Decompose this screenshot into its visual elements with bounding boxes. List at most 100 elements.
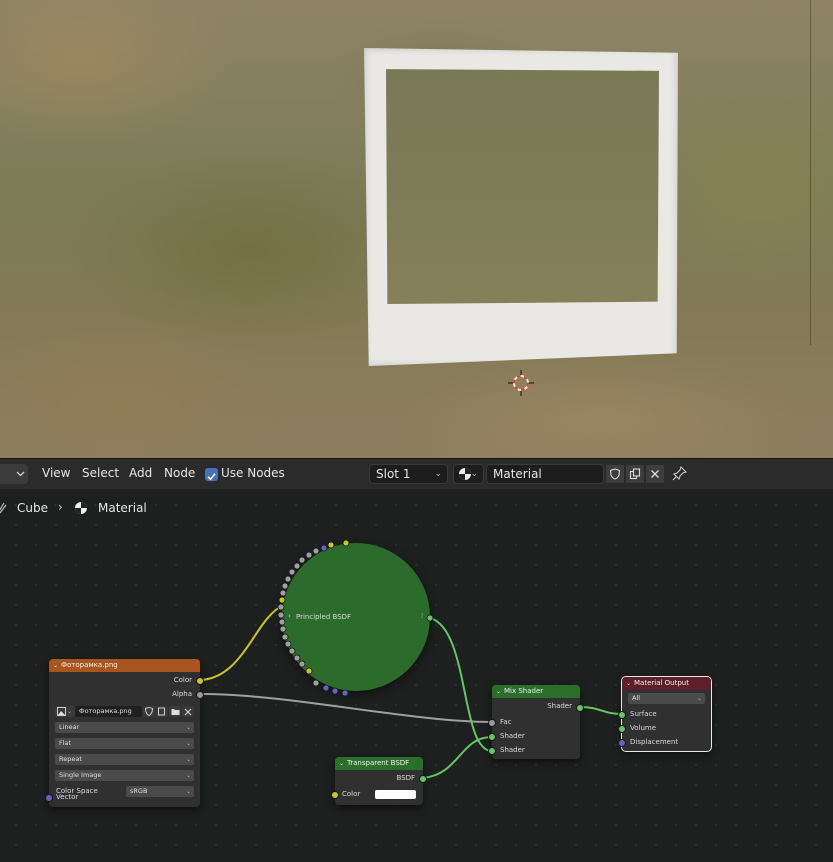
extension-value: Repeat (59, 755, 82, 763)
mix-shader-node[interactable]: ⌄ Mix Shader Shader Fac Shader Shader (488, 685, 584, 759)
image-open-button[interactable] (169, 706, 181, 717)
chevron-down-icon (16, 471, 25, 477)
image-texture-title: Фоторамка.png (61, 661, 118, 669)
image-unlink-button[interactable] (182, 706, 194, 717)
projection-value: Flat (59, 739, 72, 747)
chevron-down-icon[interactable]: ⌄ (53, 659, 58, 672)
chevron-down-icon: ⌄ (434, 469, 442, 479)
mix-shader-title: Mix Shader (504, 687, 544, 695)
chevron-down-icon: ⌄ (185, 724, 191, 731)
mix-shader-header[interactable]: ⌄ Mix Shader (492, 685, 580, 698)
socket-mix-shader-out[interactable] (576, 704, 584, 712)
projection-dropdown[interactable]: Flat ⌄ (55, 738, 194, 749)
extension-dropdown[interactable]: Repeat ⌄ (55, 754, 194, 765)
folder-icon (171, 709, 179, 715)
chevron-down-icon: ⌄ (470, 469, 478, 479)
shield-icon (144, 707, 154, 717)
transparent-color-label: Color (342, 790, 361, 798)
vector-label: Vector (56, 793, 79, 801)
principled-collapse-toggle[interactable]: › (288, 612, 291, 620)
chevron-down-icon[interactable]: ⌄ (626, 677, 631, 690)
chevron-down-icon: ⌄ (66, 708, 72, 715)
link-mix-to-surface (579, 706, 623, 715)
transparent-out-bsdf-label: BSDF (396, 774, 415, 782)
principled-grip-icon: ⁞ (421, 612, 424, 620)
chevron-down-icon: ⌄ (185, 788, 191, 795)
socket-output-volume-in[interactable] (618, 725, 626, 733)
link-color-to-basecolor (200, 604, 285, 681)
material-output-header[interactable]: ⌄ Material Output (622, 677, 711, 690)
socket-image-vector-in[interactable] (45, 794, 53, 802)
socket-mix-fac-in[interactable] (488, 719, 496, 727)
node-editor-canvas[interactable]: Cube › Material › Principled BSDF ⁞ ⌄ Фо… (0, 489, 833, 862)
chevron-down-icon: ⌄ (185, 772, 191, 779)
material-output-node[interactable]: ⌄ Material Output All ⌄ Surface Volume Di… (618, 676, 712, 752)
output-target-value: All (632, 694, 641, 702)
chevron-down-icon[interactable]: ⌄ (496, 685, 501, 698)
editor-type-dropdown[interactable] (0, 464, 28, 484)
socket-transparent-color-in[interactable] (331, 791, 339, 799)
image-icon (57, 707, 66, 716)
link-alpha-to-fac (200, 693, 493, 723)
menu-node[interactable]: Node (164, 466, 195, 480)
output-target-dropdown[interactable]: All ⌄ (628, 693, 705, 704)
pin-icon (672, 465, 688, 481)
duplicate-material-button[interactable] (625, 464, 645, 484)
image-out-alpha-label: Alpha (172, 690, 192, 698)
source-dropdown[interactable]: Single Image ⌄ (55, 770, 194, 781)
transparent-color-swatch[interactable] (375, 790, 416, 799)
principled-title: Principled BSDF (296, 613, 352, 621)
3d-cursor-icon[interactable] (508, 370, 534, 396)
menu-view[interactable]: View (42, 466, 70, 480)
checkmark-icon (207, 473, 216, 481)
3d-viewport[interactable] (0, 0, 833, 458)
image-texture-header[interactable]: ⌄ Фоторамка.png (49, 659, 200, 672)
node-editor-header: View Select Add Node Use Nodes Slot 1 ⌄ … (0, 458, 833, 489)
fake-user-button[interactable] (605, 464, 625, 484)
socket-image-alpha-out[interactable] (196, 691, 204, 699)
mix-fac-label: Fac (500, 718, 512, 726)
source-value: Single Image (59, 771, 102, 779)
link-bsdf-to-shader1 (429, 617, 493, 752)
socket-transparent-bsdf-out[interactable] (419, 775, 427, 783)
unlink-material-button[interactable] (645, 464, 665, 484)
use-nodes-label[interactable]: Use Nodes (221, 466, 285, 480)
socket-image-color-out[interactable] (196, 677, 204, 685)
transparent-bsdf-header[interactable]: ⌄ Transparent BSDF (335, 757, 423, 770)
chevron-down-icon: ⌄ (185, 756, 191, 763)
new-image-icon (158, 707, 165, 716)
slot-value: Slot 1 (376, 467, 411, 481)
shield-icon (609, 468, 621, 480)
material-name-field[interactable]: Material (486, 464, 604, 484)
color-space-dropdown[interactable]: sRGB ⌄ (126, 786, 194, 797)
image-name-value: Фоторамка.png (79, 707, 132, 715)
socket-output-displacement-in[interactable] (618, 739, 626, 747)
socket-mix-shader2-in[interactable] (488, 747, 496, 755)
use-nodes-checkbox[interactable] (205, 468, 218, 481)
principled-bsdf-node[interactable]: › Principled BSDF ⁞ (282, 543, 430, 691)
chevron-down-icon: ⌄ (696, 695, 702, 702)
image-texture-node[interactable]: ⌄ Фоторамка.png Color Alpha ⌄ Фоторамка.… (45, 659, 204, 807)
pin-button[interactable] (672, 465, 688, 483)
menu-add[interactable]: Add (129, 466, 152, 480)
material-output-title: Material Output (634, 679, 689, 687)
interpolation-dropdown[interactable]: Linear ⌄ (55, 722, 194, 733)
interpolation-value: Linear (59, 723, 80, 731)
image-name-field[interactable]: Фоторамка.png (75, 706, 142, 717)
slot-dropdown[interactable]: Slot 1 ⌄ (369, 464, 448, 484)
image-fake-user-button[interactable] (143, 706, 155, 717)
output-surface-label: Surface (630, 710, 657, 718)
socket-output-surface-in[interactable] (618, 711, 626, 719)
transparent-bsdf-node[interactable]: ⌄ Transparent BSDF BSDF Color (331, 757, 427, 805)
image-browse-button[interactable]: ⌄ (55, 706, 75, 717)
mix-out-shader-label: Shader (547, 702, 572, 710)
duplicate-icon (629, 468, 641, 480)
chevron-down-icon[interactable]: ⌄ (339, 757, 344, 770)
menu-select[interactable]: Select (82, 466, 119, 480)
material-name-value: Material (493, 467, 542, 481)
socket-mix-shader1-in[interactable] (488, 733, 496, 741)
material-browse-button[interactable]: ⌄ (453, 464, 484, 484)
transparent-bsdf-title: Transparent BSDF (347, 759, 410, 767)
close-icon (651, 470, 659, 478)
image-new-button[interactable] (156, 706, 168, 717)
